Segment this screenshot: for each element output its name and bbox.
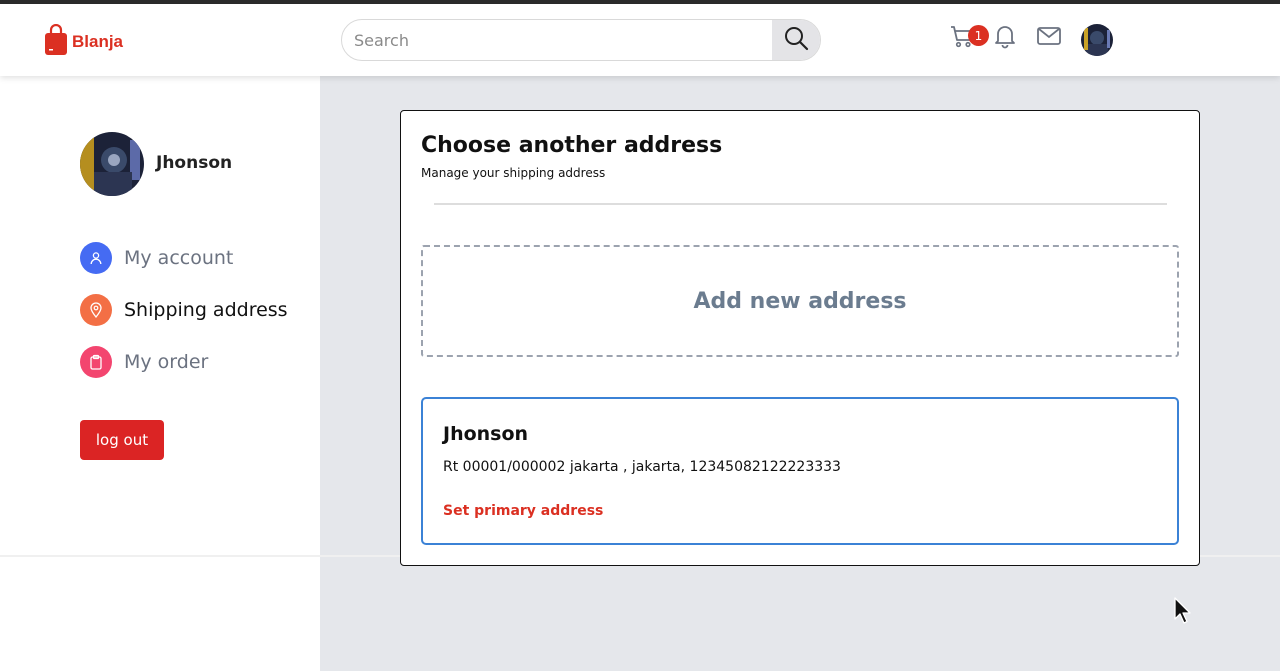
address-modal: Choose another address Manage your shipp… xyxy=(400,110,1200,566)
mouse-cursor-icon xyxy=(1174,597,1192,629)
modal-divider xyxy=(434,203,1167,205)
sidebar-item-my-account[interactable]: My account xyxy=(80,242,233,274)
sidebar-item-label: My order xyxy=(124,351,209,373)
bell-icon xyxy=(992,23,1018,53)
top-navbar: Blanja 1 xyxy=(0,4,1280,76)
user-icon xyxy=(80,242,112,274)
clipboard-icon xyxy=(80,346,112,378)
header-avatar[interactable] xyxy=(1081,24,1113,56)
sidebar-item-label: My account xyxy=(124,247,234,269)
address-detail: Rt 00001/000002 jakarta , jakarta, 12345… xyxy=(443,459,841,475)
mail-icon xyxy=(1036,23,1062,53)
modal-subtitle: Manage your shipping address xyxy=(421,166,606,180)
cart-count-badge: 1 xyxy=(968,25,989,46)
logout-button[interactable]: log out xyxy=(80,420,164,460)
search-button[interactable] xyxy=(772,20,820,60)
sidebar-item-label: Shipping address xyxy=(124,299,288,321)
address-recipient-name: Jhonson xyxy=(443,423,529,445)
sidebar-item-my-order[interactable]: My order xyxy=(80,346,208,378)
brand-name: Blanja xyxy=(72,32,124,51)
profile-avatar xyxy=(80,132,144,196)
search-bar xyxy=(341,19,821,61)
search-icon xyxy=(783,25,809,55)
brand-logo[interactable]: Blanja xyxy=(44,23,124,60)
set-primary-address-link[interactable]: Set primary address xyxy=(443,503,603,519)
add-address-label: Add new address xyxy=(693,288,907,314)
messages-button[interactable] xyxy=(1035,24,1063,52)
add-new-address-button[interactable]: Add new address xyxy=(421,245,1179,357)
modal-title: Choose another address xyxy=(421,133,723,158)
address-card[interactable]: Jhonson Rt 00001/000002 jakarta , jakart… xyxy=(421,397,1179,545)
shopping-bag-icon xyxy=(44,23,68,60)
search-input[interactable] xyxy=(342,20,772,60)
notifications-button[interactable] xyxy=(991,24,1019,52)
profile-name: Jhonson xyxy=(156,153,233,173)
map-pin-icon xyxy=(80,294,112,326)
sidebar-item-shipping-address[interactable]: Shipping address xyxy=(80,294,288,326)
